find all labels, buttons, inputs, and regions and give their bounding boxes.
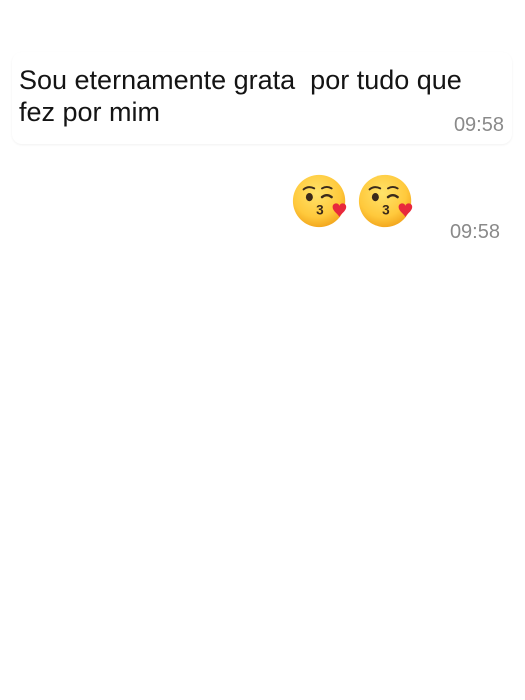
kissing-face-with-heart-icon: 3 [292, 174, 347, 228]
emoji-group: 3 3 [290, 170, 418, 234]
kissing-face-with-heart-icon: 3 [358, 174, 413, 228]
message-bubble[interactable]: Sou eternamente grata por tudo que fez p… [12, 52, 512, 144]
svg-text:3: 3 [382, 203, 390, 218]
message-bubble-emoji[interactable]: 3 3 09:58 [278, 160, 510, 252]
chat-area: Sou eternamente grata por tudo que fez p… [0, 0, 525, 700]
message-text: Sou eternamente grata por tudo que fez p… [19, 65, 470, 127]
svg-text:3: 3 [316, 203, 324, 218]
message-timestamp: 09:58 [453, 114, 504, 136]
message-timestamp: 09:58 [449, 221, 500, 243]
